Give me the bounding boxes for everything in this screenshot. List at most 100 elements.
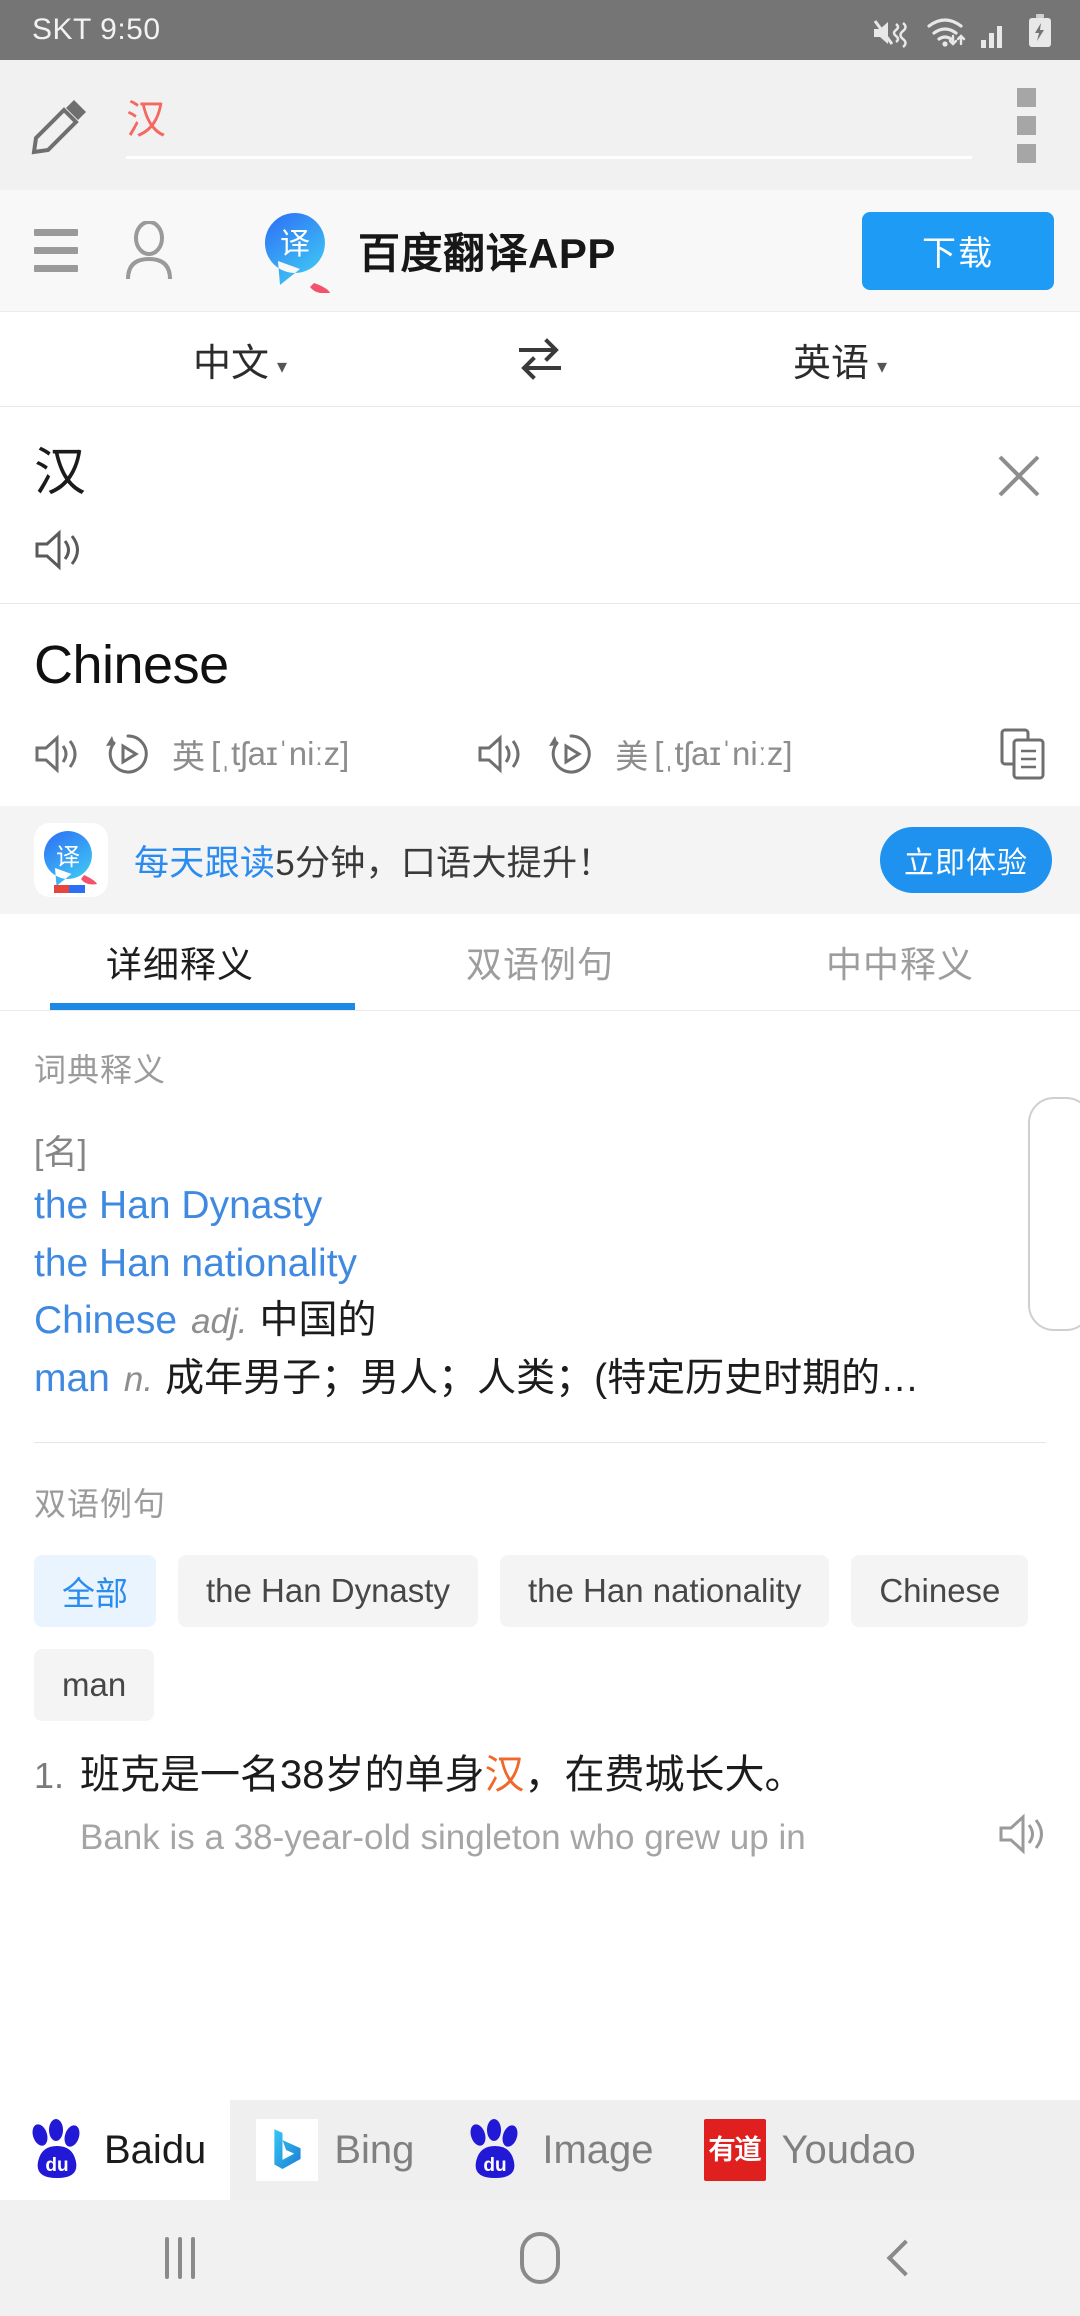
engine-name-bing: Bing — [334, 2127, 415, 2172]
definition-entry[interactable]: the Han nationality — [34, 1238, 1046, 1289]
result-card: Chinese 英 [ˌtʃaɪˈniːz] 美 [ˌtʃaɪˈniːz] — [0, 604, 1080, 806]
definition-entry[interactable]: the Han Dynasty — [34, 1180, 1046, 1231]
close-icon[interactable] — [992, 449, 1046, 503]
definitions-label: 词典释义 — [34, 1052, 167, 1089]
app-title: 百度翻译APP — [358, 230, 616, 277]
android-nav-bar — [0, 2200, 1080, 2316]
kebab-dot — [1016, 115, 1036, 135]
pencil-icon[interactable] — [30, 94, 92, 156]
engine-name-youdao: Youdao — [781, 2127, 916, 2172]
target-language-selector[interactable]: 英语 ▾ — [600, 332, 1080, 387]
mute-vibrate-icon — [873, 20, 907, 48]
hamburger-icon[interactable] — [34, 229, 78, 272]
expand-definitions-card[interactable] — [1028, 1097, 1080, 1332]
definition-cn: 中国的 — [259, 1299, 377, 1343]
replay-icon[interactable] — [106, 732, 150, 776]
language-selector-row: 中文 ▾ 英语 ▾ — [0, 312, 1080, 407]
promo-logo-icon: 译 — [34, 823, 108, 898]
back-icon — [886, 2239, 924, 2277]
definition-en: man — [34, 1356, 110, 1400]
swap-arrows-icon — [519, 338, 561, 380]
copy-icon[interactable] — [1000, 728, 1046, 780]
example-filter-chips: 全部 the Han Dynasty the Han nationality C… — [34, 1555, 1046, 1722]
chevron-down-icon: ▾ — [276, 355, 288, 378]
pronunciation-region-us: 美 — [615, 738, 649, 776]
definition-entry[interactable]: man n. 成年男子；男人；人类；(特定历史时期的… — [34, 1353, 1046, 1404]
filter-chip-han-dynasty[interactable]: the Han Dynasty — [178, 1555, 478, 1628]
app-promo-header: 译 百度翻译APP 下载 — [0, 190, 1080, 312]
tab-active-underline — [50, 1003, 355, 1011]
hamburger-line — [34, 247, 78, 254]
speaker-icon[interactable] — [998, 1812, 1046, 1856]
bing-icon — [256, 2119, 319, 2181]
download-button[interactable]: 下载 — [862, 211, 1054, 290]
source-language-label: 中文 — [192, 342, 269, 385]
pronunciation-row: 英 [ˌtʃaɪˈniːz] 美 [ˌtʃaɪˈniːz] — [34, 728, 1046, 780]
kebab-dot — [1016, 143, 1036, 163]
promo-text: 每天跟读5分钟，口语大提升！ — [134, 835, 613, 886]
baidu-paw-icon: du — [464, 2119, 526, 2181]
swap-language-button[interactable] — [480, 334, 600, 384]
promo-rest: 5分钟，口语大提升！ — [275, 843, 613, 883]
example-item: 1. 班克是一名38岁的单身汉，在费城长大。 Bank is a 38-year… — [0, 1721, 1080, 1860]
replay-icon[interactable] — [549, 732, 593, 776]
speaker-icon[interactable] — [34, 733, 80, 775]
result-word: Chinese — [34, 635, 229, 696]
hamburger-line — [34, 265, 78, 272]
speaker-icon[interactable] — [34, 528, 82, 572]
youdao-glyph: 有道 — [703, 2119, 766, 2181]
svg-text:du: du — [484, 2155, 507, 2176]
definition-entry[interactable]: Chinese adj. 中国的 — [34, 1295, 1046, 1346]
examples-section: 双语例句 全部 the Han Dynasty the Han national… — [0, 1443, 1080, 1722]
tab-chinese-definition[interactable]: 中中释义 — [720, 914, 1080, 1010]
source-language-selector[interactable]: 中文 ▾ — [0, 332, 480, 387]
speaker-icon[interactable] — [477, 733, 523, 775]
example-cn-highlight: 汉 — [484, 1753, 525, 1798]
filter-chip-man[interactable]: man — [34, 1649, 155, 1722]
status-bar: SKT 9:50 — [0, 0, 1080, 60]
content-tabs: 详细释义 双语例句 中中释义 — [0, 914, 1080, 1011]
pronunciation-uk: 英 [ˌtʃaɪˈniːz] — [34, 730, 349, 778]
definitions-section: 词典释义 [名] the Han Dynasty the Han nationa… — [0, 1011, 1080, 1444]
tab-bilingual-examples[interactable]: 双语例句 — [360, 914, 720, 1010]
tab-detailed-definition[interactable]: 详细释义 — [0, 914, 360, 1010]
promo-banner[interactable]: 译 每天跟读5分钟，口语大提升！ 立即体验 — [0, 806, 1080, 915]
wifi-icon — [927, 18, 966, 47]
engine-tab-image[interactable]: du Image — [438, 2100, 677, 2200]
engine-tab-youdao[interactable]: 有道 Youdao — [678, 2100, 940, 2200]
signal-icon — [981, 26, 1002, 48]
nav-back-button[interactable] — [720, 2239, 1080, 2277]
status-icons — [872, 12, 1052, 48]
target-language-label: 英语 — [792, 342, 869, 385]
youdao-icon: 有道 — [703, 2119, 766, 2181]
battery-charging-icon — [1029, 14, 1051, 47]
svg-text:du: du — [45, 2155, 68, 2176]
person-icon[interactable] — [122, 220, 176, 281]
promo-logo-glyph: 译 — [56, 844, 80, 871]
engine-tab-baidu[interactable]: du Baidu — [0, 2100, 231, 2200]
promo-cta-button[interactable]: 立即体验 — [880, 827, 1052, 894]
part-of-speech-tag: [名] — [34, 1134, 87, 1173]
kebab-dot — [1016, 87, 1036, 107]
filter-chip-han-nationality[interactable]: the Han nationality — [499, 1555, 830, 1628]
definition-en: the Han nationality — [34, 1241, 358, 1285]
engine-tab-bing[interactable]: Bing — [230, 2100, 438, 2200]
examples-label: 双语例句 — [34, 1486, 167, 1523]
baidu-translate-logo: 译 — [258, 209, 332, 293]
filter-chip-all[interactable]: 全部 — [34, 1555, 156, 1628]
home-icon — [520, 2232, 560, 2284]
pronunciation-us: 美 [ˌtʃaɪˈniːz] — [477, 730, 793, 778]
nav-home-button[interactable] — [360, 2232, 720, 2284]
pronunciation-region-uk: 英 — [172, 738, 205, 776]
url-input[interactable]: 汉 — [126, 83, 978, 167]
nav-recents-button[interactable] — [0, 2237, 360, 2279]
definition-en: Chinese — [34, 1299, 178, 1343]
example-number: 1. — [34, 1755, 65, 1797]
definitions-divider — [34, 1442, 1046, 1444]
query-card: 汉 — [0, 407, 1080, 605]
kebab-menu-icon[interactable] — [998, 83, 1054, 167]
filter-chip-chinese[interactable]: Chinese — [851, 1555, 1029, 1628]
recents-icon — [165, 2237, 195, 2279]
browser-url-bar: 汉 — [0, 60, 1080, 190]
engine-name-baidu: Baidu — [104, 2127, 207, 2172]
